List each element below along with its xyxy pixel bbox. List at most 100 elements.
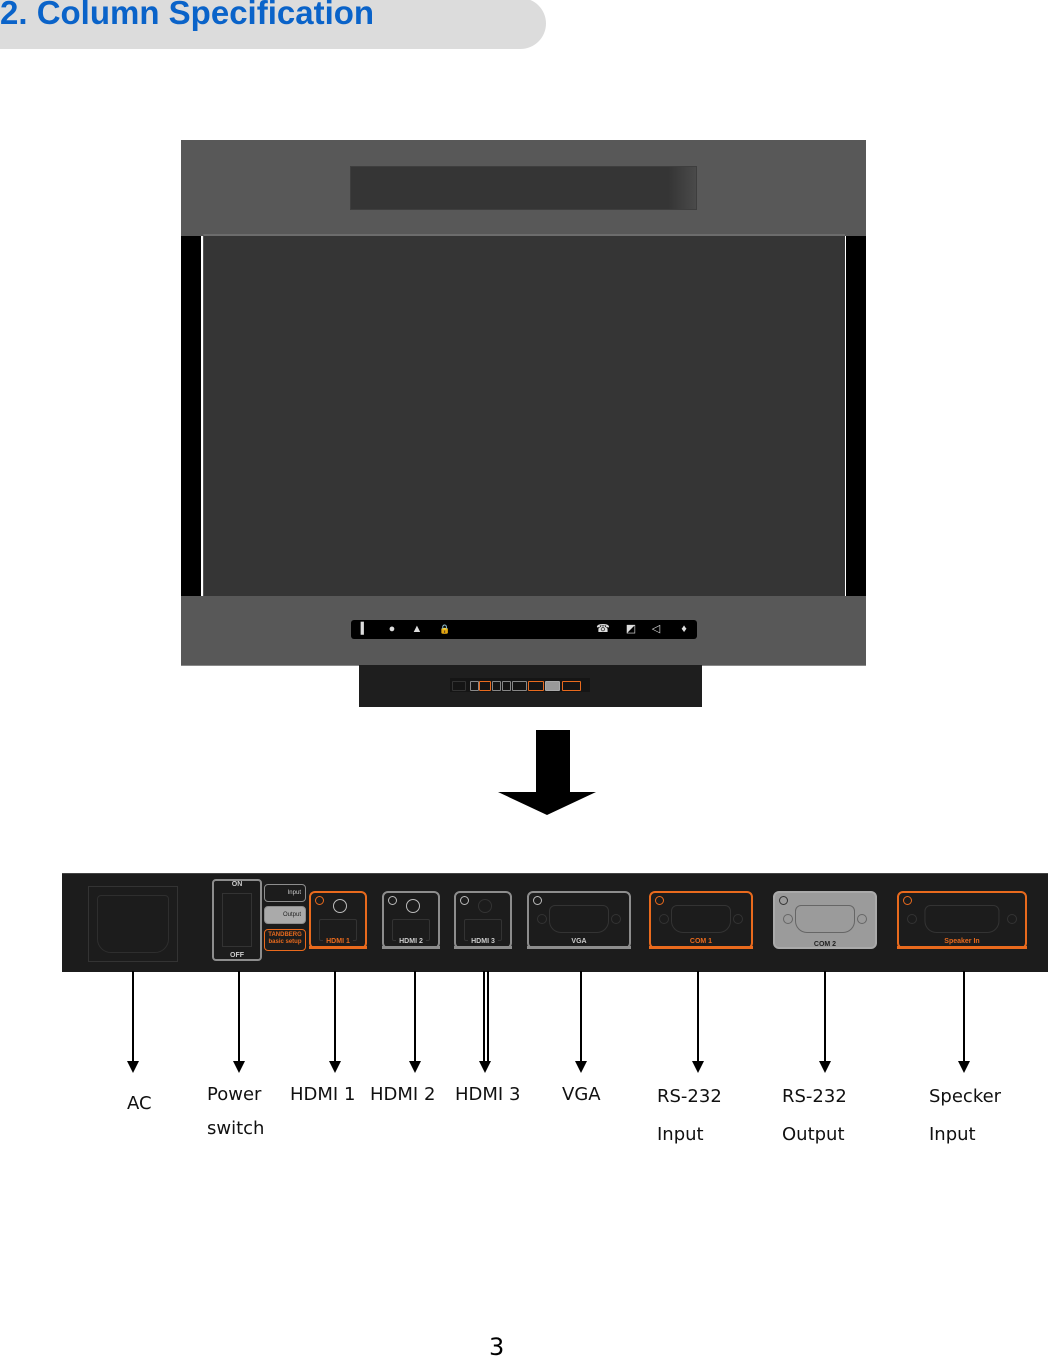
screw-icon (857, 914, 867, 924)
mini-switch (470, 681, 479, 691)
arrowhead-icon (692, 1061, 704, 1073)
screw-icon (907, 914, 917, 924)
pointer-line (963, 971, 965, 1063)
pointer-line (487, 971, 489, 1063)
hdmi1-label: HDMI 1 (309, 937, 367, 949)
com1-label: COM 1 (649, 937, 753, 949)
control-strip: ▍ ● ▲ 🔒 ☎ ◩ ◁ ♦ (351, 620, 697, 639)
speaker-port: Speaker In (897, 891, 1027, 949)
callout-hdmi2: HDMI 2 (370, 1084, 436, 1105)
arrowhead-icon (819, 1061, 831, 1073)
page-number: 3 (489, 1333, 505, 1361)
callout-power-switch: Power switch (207, 1078, 264, 1146)
screw-icon (783, 914, 793, 924)
arrowhead-icon (233, 1061, 245, 1073)
input-marker-icon (315, 896, 324, 905)
arrowhead-icon (958, 1061, 970, 1073)
switch-off-label: OFF (230, 952, 244, 959)
callout-rs232-output: RS-232 Output (782, 1078, 847, 1154)
callout-hdmi3: HDMI 3 (455, 1084, 521, 1105)
hdmi3-port: HDMI 3 (454, 891, 512, 949)
arrowhead-icon (127, 1061, 139, 1073)
dsub-connector (795, 905, 855, 933)
speaker-mute-icon: ◁ (651, 623, 661, 635)
arrowhead-icon (409, 1061, 421, 1073)
callout-ac: AC (127, 1093, 152, 1114)
input-marker-icon (655, 896, 664, 905)
screw-icon (659, 914, 669, 924)
callout-line: Input (929, 1124, 976, 1145)
callout-speaker-input: Specker Input (929, 1078, 1001, 1154)
dsub-connector (671, 905, 731, 933)
vga-label: VGA (527, 937, 631, 949)
callout-line: switch (207, 1118, 265, 1139)
input-button: Input (264, 884, 306, 902)
pointer-line (132, 971, 134, 1063)
pointer-line (334, 971, 336, 1063)
com1-port: COM 1 (649, 891, 753, 949)
screw-icon (1007, 914, 1017, 924)
power-icon: ▍ (360, 623, 370, 635)
pointer-line (580, 971, 582, 1063)
switch-on-label: ON (231, 881, 243, 888)
mini-speaker (562, 681, 581, 691)
pointer-line (697, 971, 699, 1063)
vga-port: VGA (527, 891, 631, 949)
setup-button: TANDBERG basic setup (264, 929, 306, 951)
phone-icon: ☎ (596, 623, 610, 635)
callout-vga: VGA (562, 1084, 601, 1105)
power-switch: ON OFF (212, 879, 262, 961)
mini-connector-panel (450, 678, 590, 692)
callout-rs232-input: RS-232 Input (657, 1078, 722, 1154)
screw-icon (611, 914, 621, 924)
section-title: 2. Column Specification (0, 0, 375, 31)
mini-hdmi1 (479, 681, 491, 691)
mini-ac-port (452, 681, 466, 691)
com2-port: COM 2 (773, 891, 877, 949)
com2-label: COM 2 (813, 941, 837, 948)
jack-icon (333, 899, 347, 913)
mic-mute-icon: ♦ (681, 623, 687, 635)
camera-bar (350, 166, 697, 210)
pointer-line (824, 971, 826, 1063)
callout-line: Input (657, 1124, 704, 1145)
mini-com1 (528, 681, 544, 691)
warning-icon: ▲ (411, 623, 423, 635)
pointer-line (238, 971, 240, 1063)
down-arrow-icon (498, 730, 596, 815)
mini-com2 (545, 681, 560, 691)
arrowhead-icon (575, 1061, 587, 1073)
monitor-side-left (181, 236, 201, 596)
output-marker-icon (779, 896, 788, 905)
hdmi3-label: HDMI 3 (454, 937, 512, 949)
mini-hdmi3 (502, 681, 511, 691)
callout-line: RS-232 (782, 1086, 847, 1107)
arrowhead-icon (329, 1061, 341, 1073)
hdmi2-port: HDMI 2 (382, 891, 440, 949)
callout-line: Output (782, 1124, 845, 1145)
hdmi2-label: HDMI 2 (382, 937, 440, 949)
ac-socket-inner (97, 895, 169, 953)
jack-icon (406, 899, 420, 913)
lock-icon: 🔒 (439, 624, 451, 634)
hdmi1-port: HDMI 1 (309, 891, 367, 949)
screw-icon (733, 914, 743, 924)
callout-line: Specker (929, 1086, 1002, 1107)
ac-socket (88, 886, 178, 962)
pointer-line (483, 971, 485, 1063)
record-icon: ● (388, 623, 396, 635)
screw-icon (537, 914, 547, 924)
input-marker-icon (903, 896, 912, 905)
callout-line: Power (207, 1084, 262, 1105)
arrowhead-icon (479, 1061, 491, 1073)
jack-icon (478, 899, 492, 913)
monitor-side-right (846, 236, 866, 596)
dsub-connector (924, 905, 1000, 933)
input-marker-icon (388, 896, 397, 905)
dsub-connector (549, 905, 609, 933)
mini-vga (512, 681, 527, 691)
camera-mute-icon: ◩ (625, 623, 637, 635)
mini-hdmi2 (492, 681, 501, 691)
switch-rocker (222, 893, 252, 947)
callout-hdmi1: HDMI 1 (290, 1084, 356, 1105)
